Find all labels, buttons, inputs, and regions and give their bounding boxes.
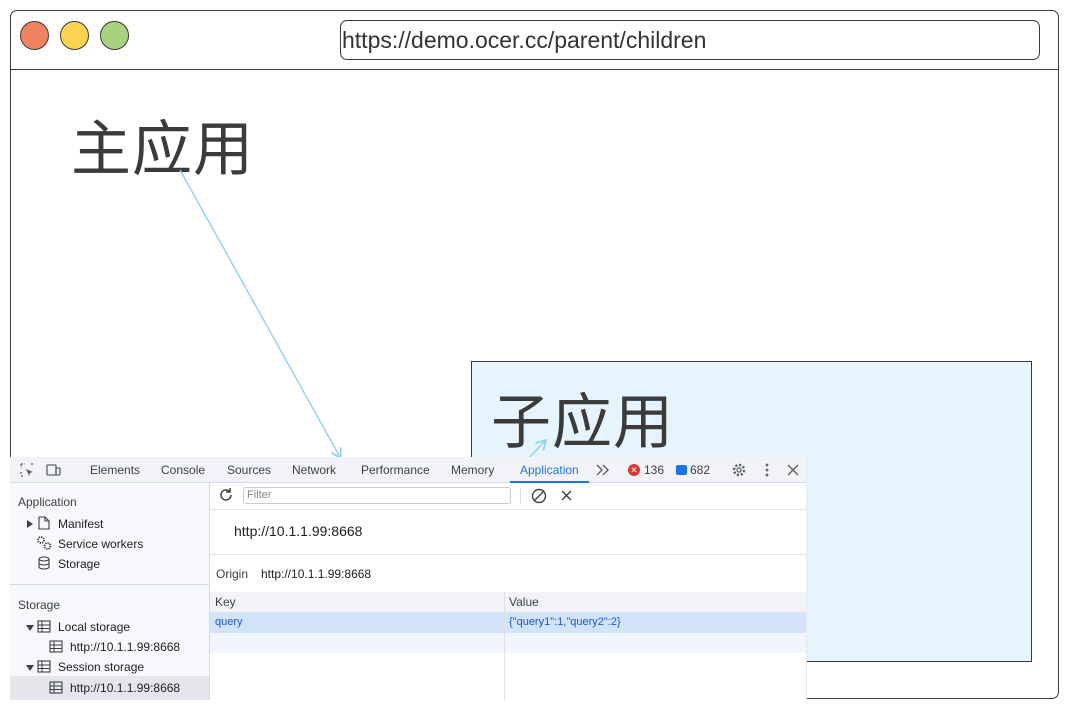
database-icon: [38, 556, 50, 570]
column-header-value[interactable]: Value: [509, 595, 539, 609]
table-cell-value[interactable]: {"query1":1,"query2":2}: [509, 616, 621, 628]
column-divider: [504, 592, 505, 700]
message-count[interactable]: 682: [690, 457, 710, 483]
clear-all-icon[interactable]: [531, 488, 547, 504]
origin-heading: http://10.1.1.99:8668: [234, 523, 363, 539]
error-count[interactable]: 136: [644, 457, 664, 483]
kebab-menu-icon[interactable]: [758, 461, 776, 479]
more-tabs-icon[interactable]: [594, 461, 612, 479]
tab-sources[interactable]: Sources: [227, 457, 271, 483]
column-header-key[interactable]: Key: [215, 595, 236, 609]
table-row-empty: [210, 633, 806, 653]
toolbar-separator: [520, 488, 521, 504]
sub-app-title: 子应用: [491, 388, 674, 458]
sidebar-item-local-storage[interactable]: Local storage: [58, 620, 130, 634]
origin-info-row: Origin http://10.1.1.99:8668: [210, 554, 806, 593]
sidebar-item-local-storage-origin[interactable]: http://10.1.1.99:8668: [70, 640, 180, 654]
device-toolbar-icon[interactable]: [44, 461, 62, 479]
error-icon[interactable]: ✕: [628, 464, 640, 476]
filter-input[interactable]: Filter: [243, 487, 511, 504]
origin-label: Origin: [216, 567, 249, 581]
sidebar-divider: [10, 584, 209, 585]
devtools-tabbar: Elements Console Sources Network Perform…: [10, 457, 806, 483]
devtools-panel: Elements Console Sources Network Perform…: [10, 457, 807, 700]
gears-icon: [37, 536, 52, 550]
file-icon: [38, 516, 50, 530]
refresh-icon[interactable]: [218, 487, 234, 503]
storage-toolbar: Filter: [210, 483, 806, 510]
application-sidebar: Application Manifest Service workers Sto…: [10, 483, 210, 700]
zoom-window-button[interactable]: [100, 21, 129, 50]
origin-value: http://10.1.1.99:8668: [261, 567, 372, 581]
minimize-window-button[interactable]: [60, 21, 89, 50]
table-cell-key[interactable]: query: [215, 616, 243, 628]
tab-console[interactable]: Console: [161, 457, 205, 483]
message-icon[interactable]: [676, 465, 687, 475]
tab-performance[interactable]: Performance: [361, 457, 430, 483]
sidebar-item-manifest[interactable]: Manifest: [58, 517, 103, 531]
close-window-button[interactable]: [20, 21, 49, 50]
sidebar-item-session-storage[interactable]: Session storage: [58, 660, 144, 674]
inspect-element-icon[interactable]: [18, 461, 36, 479]
expand-arrow-icon[interactable]: [26, 520, 34, 528]
table-icon: [49, 640, 63, 653]
sidebar-item-session-storage-origin[interactable]: http://10.1.1.99:8668: [70, 681, 180, 695]
close-icon[interactable]: [784, 461, 802, 479]
tab-memory[interactable]: Memory: [451, 457, 494, 483]
gear-icon[interactable]: [730, 461, 748, 479]
table-row[interactable]: [210, 613, 806, 633]
sidebar-section-application: Application: [18, 495, 77, 509]
delete-selected-icon[interactable]: [560, 489, 573, 502]
tab-application[interactable]: Application: [510, 457, 589, 483]
collapse-arrow-icon[interactable]: [26, 624, 34, 632]
storage-table-header: Key Value: [210, 592, 806, 613]
sidebar-section-storage: Storage: [18, 598, 61, 612]
table-icon: [37, 620, 51, 633]
table-icon: [49, 681, 63, 694]
collapse-arrow-icon[interactable]: [26, 664, 34, 672]
address-bar[interactable]: https://demo.ocer.cc/parent/children: [340, 20, 1040, 60]
table-icon: [37, 660, 51, 673]
sidebar-item-service-workers[interactable]: Service workers: [58, 537, 143, 551]
tab-elements[interactable]: Elements: [90, 457, 140, 483]
storage-content-pane: Filter http://10.1.1.99:8668 Origin http…: [210, 483, 806, 700]
browser-titlebar: https://demo.ocer.cc/parent/children: [11, 11, 1058, 70]
sidebar-item-storage[interactable]: Storage: [58, 557, 100, 571]
tab-network[interactable]: Network: [292, 457, 336, 483]
main-app-title: 主应用: [71, 115, 254, 185]
